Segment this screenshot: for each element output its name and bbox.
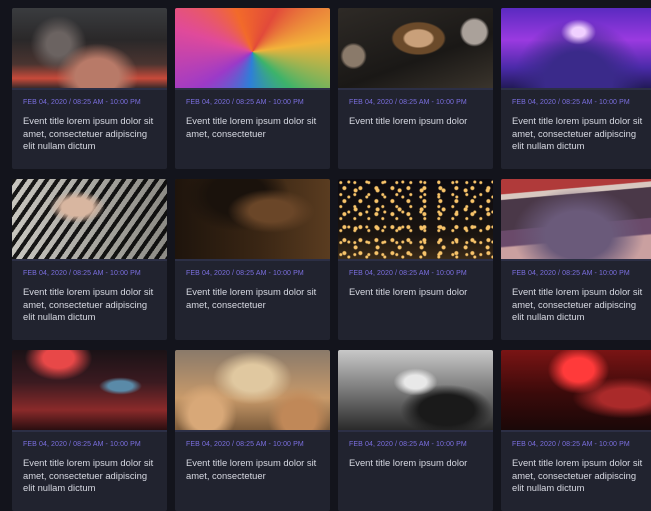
event-meta: FEB 04, 2020 / 08:25 AM - 10:00 PM Event… [501, 90, 651, 153]
event-date: FEB 04, 2020 / 08:25 AM - 10:00 PM [349, 99, 467, 106]
event-photo[interactable] [12, 350, 167, 432]
event-card[interactable]: FEB 04, 2020 / 08:25 AM - 10:00 PM Event… [501, 350, 651, 511]
event-card[interactable]: FEB 04, 2020 / 08:25 AM - 10:00 PM Event… [338, 179, 493, 340]
event-photo[interactable] [338, 8, 493, 90]
event-date: FEB 04, 2020 / 08:25 AM - 10:00 PM [186, 99, 304, 106]
event-meta: FEB 04, 2020 / 08:25 AM - 10:00 PM Event… [338, 432, 493, 470]
event-title[interactable]: Event title lorem ipsum dolor [349, 286, 484, 299]
event-date: FEB 04, 2020 / 08:25 AM - 10:00 PM [349, 270, 467, 277]
event-title[interactable]: Event title lorem ipsum dolor sit amet, … [186, 286, 321, 311]
event-title[interactable]: Event title lorem ipsum dolor sit amet, … [23, 457, 158, 495]
event-title[interactable]: Event title lorem ipsum dolor sit amet, … [23, 115, 158, 153]
event-photo[interactable] [501, 350, 651, 432]
event-title[interactable]: Event title lorem ipsum dolor [349, 457, 484, 470]
event-card[interactable]: FEB 04, 2020 / 08:25 AM - 10:00 PM Event… [12, 350, 167, 511]
event-card[interactable]: FEB 04, 2020 / 08:25 AM - 10:00 PM Event… [175, 350, 330, 511]
event-card[interactable]: FEB 04, 2020 / 08:25 AM - 10:00 PM Event… [175, 8, 330, 169]
event-meta: FEB 04, 2020 / 08:25 AM - 10:00 PM Event… [338, 90, 493, 128]
event-title[interactable]: Event title lorem ipsum dolor [349, 115, 484, 128]
event-meta: FEB 04, 2020 / 08:25 AM - 10:00 PM Event… [338, 261, 493, 299]
event-card[interactable]: FEB 04, 2020 / 08:25 AM - 10:00 PM Event… [338, 350, 493, 511]
event-date: FEB 04, 2020 / 08:25 AM - 10:00 PM [512, 99, 630, 106]
event-card[interactable]: FEB 04, 2020 / 08:25 AM - 10:00 PM Event… [501, 179, 651, 340]
event-card[interactable]: FEB 04, 2020 / 08:25 AM - 10:00 PM Event… [12, 179, 167, 340]
event-date: FEB 04, 2020 / 08:25 AM - 10:00 PM [186, 270, 304, 277]
event-meta: FEB 04, 2020 / 08:25 AM - 10:00 PM Event… [12, 261, 167, 324]
event-photo[interactable] [12, 179, 167, 261]
event-card[interactable]: FEB 04, 2020 / 08:25 AM - 10:00 PM Event… [175, 179, 330, 340]
event-date: FEB 04, 2020 / 08:25 AM - 10:00 PM [512, 270, 630, 277]
event-meta: FEB 04, 2020 / 08:25 AM - 10:00 PM Event… [12, 432, 167, 495]
event-meta: FEB 04, 2020 / 08:25 AM - 10:00 PM Event… [175, 261, 330, 311]
event-title[interactable]: Event title lorem ipsum dolor sit amet, … [512, 115, 647, 153]
event-meta: FEB 04, 2020 / 08:25 AM - 10:00 PM Event… [175, 432, 330, 482]
event-meta: FEB 04, 2020 / 08:25 AM - 10:00 PM Event… [12, 90, 167, 153]
event-meta: FEB 04, 2020 / 08:25 AM - 10:00 PM Event… [501, 261, 651, 324]
event-photo[interactable] [175, 350, 330, 432]
event-meta: FEB 04, 2020 / 08:25 AM - 10:00 PM Event… [175, 90, 330, 140]
event-photo[interactable] [338, 350, 493, 432]
event-title[interactable]: Event title lorem ipsum dolor sit amet, … [186, 115, 321, 140]
event-photo[interactable] [501, 179, 651, 261]
event-card[interactable]: FEB 04, 2020 / 08:25 AM - 10:00 PM Event… [338, 8, 493, 169]
event-photo[interactable] [175, 8, 330, 90]
event-date: FEB 04, 2020 / 08:25 AM - 10:00 PM [23, 441, 141, 448]
event-photo[interactable] [501, 8, 651, 90]
event-title[interactable]: Event title lorem ipsum dolor sit amet, … [186, 457, 321, 482]
event-meta: FEB 04, 2020 / 08:25 AM - 10:00 PM Event… [501, 432, 651, 495]
event-title[interactable]: Event title lorem ipsum dolor sit amet, … [23, 286, 158, 324]
event-card[interactable]: FEB 04, 2020 / 08:25 AM - 10:00 PM Event… [12, 8, 167, 169]
event-date: FEB 04, 2020 / 08:25 AM - 10:00 PM [349, 441, 467, 448]
event-date: FEB 04, 2020 / 08:25 AM - 10:00 PM [512, 441, 630, 448]
event-grid: FEB 04, 2020 / 08:25 AM - 10:00 PM Event… [12, 8, 651, 511]
event-card[interactable]: FEB 04, 2020 / 08:25 AM - 10:00 PM Event… [501, 8, 651, 169]
event-date: FEB 04, 2020 / 08:25 AM - 10:00 PM [186, 441, 304, 448]
event-date: FEB 04, 2020 / 08:25 AM - 10:00 PM [23, 270, 141, 277]
event-photo[interactable] [175, 179, 330, 261]
event-title[interactable]: Event title lorem ipsum dolor sit amet, … [512, 457, 647, 495]
event-photo[interactable] [12, 8, 167, 90]
event-date: FEB 04, 2020 / 08:25 AM - 10:00 PM [23, 99, 141, 106]
event-photo[interactable] [338, 179, 493, 261]
event-title[interactable]: Event title lorem ipsum dolor sit amet, … [512, 286, 647, 324]
